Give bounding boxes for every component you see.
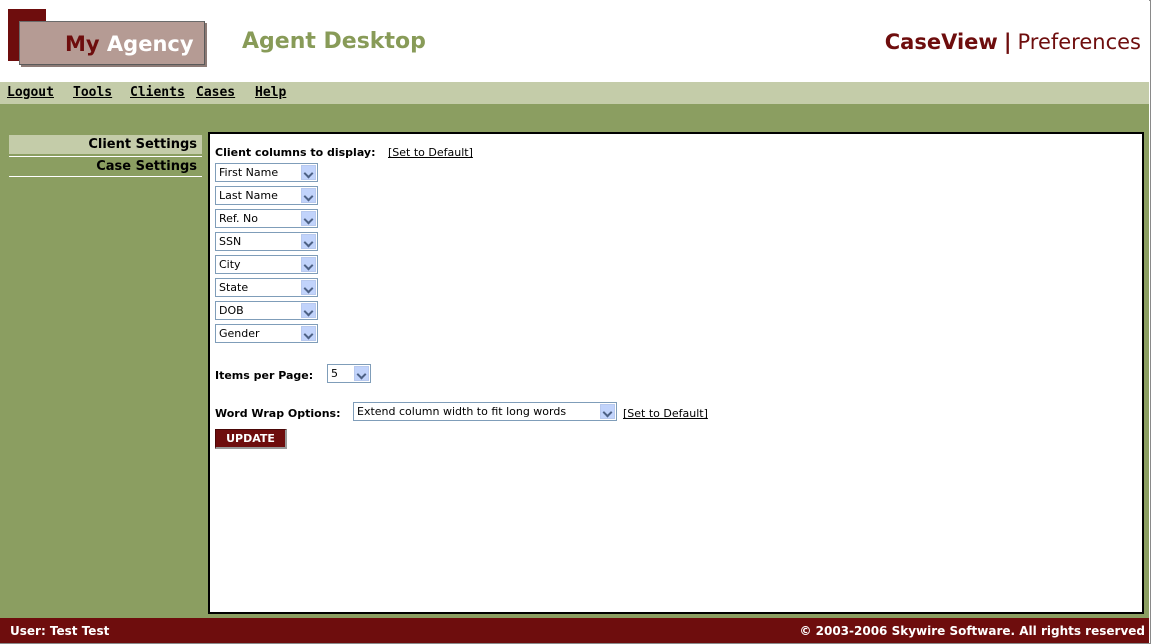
items-per-page-select[interactable]: 5 [327,364,371,383]
chevron-down-icon [301,188,316,203]
menu-logout[interactable]: Logout [7,85,54,100]
items-per-page-label: Items per Page: [215,369,314,382]
logo[interactable]: My Agency [65,32,194,56]
chevron-down-icon [301,280,316,295]
columns-set-default-link[interactable]: [Set to Default] [388,146,473,159]
preferences-link[interactable]: Preferences [1017,30,1141,54]
word-wrap-select[interactable]: Extend column width to fit long words [353,402,617,421]
word-wrap-value: Extend column width to fit long words [357,405,567,418]
column-select-8[interactable]: Gender [215,324,318,343]
word-wrap-set-default-link[interactable]: [Set to Default] [623,407,708,420]
column-select-4[interactable]: SSN [215,232,318,251]
items-per-page-value: 5 [331,367,338,380]
chevron-down-icon [354,366,369,381]
menu-help[interactable]: Help [255,85,286,100]
menu-tools[interactable]: Tools [73,85,112,100]
caseview-link[interactable]: CaseView [885,30,998,54]
column-select-2-value: Last Name [219,189,278,202]
column-select-6-value: State [219,281,249,294]
header-separator: | [1003,30,1012,54]
sidebar-item-case-settings[interactable]: Case Settings [9,156,202,177]
column-select-5-value: City [219,258,241,271]
column-select-7-value: DOB [219,304,244,317]
logo-letter-a: A [106,32,124,56]
columns-label: Client columns to display: [215,146,376,159]
chevron-down-icon [301,303,316,318]
column-select-8-value: Gender [219,327,260,340]
column-select-2[interactable]: Last Name [215,186,318,205]
current-user: User: Test Test [10,624,110,638]
column-select-5[interactable]: City [215,255,318,274]
copyright: © 2003-2006 Skywire Software. All rights… [799,624,1145,638]
header: My Agency Agent Desktop CaseView | Prefere… [0,0,1149,82]
column-select-3[interactable]: Ref. No [215,209,318,228]
column-select-7[interactable]: DOB [215,301,318,320]
column-select-1-value: First Name [219,166,279,179]
column-select-4-value: SSN [219,235,242,248]
column-select-3-value: Ref. No [219,212,258,225]
chevron-down-icon [301,165,316,180]
column-select-6[interactable]: State [215,278,318,297]
chevron-down-icon [301,326,316,341]
update-button[interactable]: UPDATE [215,429,287,449]
word-wrap-label: Word Wrap Options: [215,407,341,420]
sidebar-item-client-settings[interactable]: Client Settings [9,135,202,154]
menu-cases[interactable]: Cases [196,85,235,100]
menu-clients[interactable]: Clients [130,85,185,100]
column-select-1[interactable]: First Name [215,163,318,182]
menu-bar: Logout Tools Clients Cases Help [0,82,1149,104]
header-links: CaseView | Preferences [885,30,1141,54]
logo-word-gency: gency [123,32,194,56]
logo-word-my: My [65,32,107,56]
chevron-down-icon [600,404,615,419]
chevron-down-icon [301,257,316,272]
chevron-down-icon [301,211,316,226]
chevron-down-icon [301,234,316,249]
footer: User: Test Test © 2003-2006 Skywire Soft… [0,618,1149,643]
app-title: Agent Desktop [242,29,426,54]
